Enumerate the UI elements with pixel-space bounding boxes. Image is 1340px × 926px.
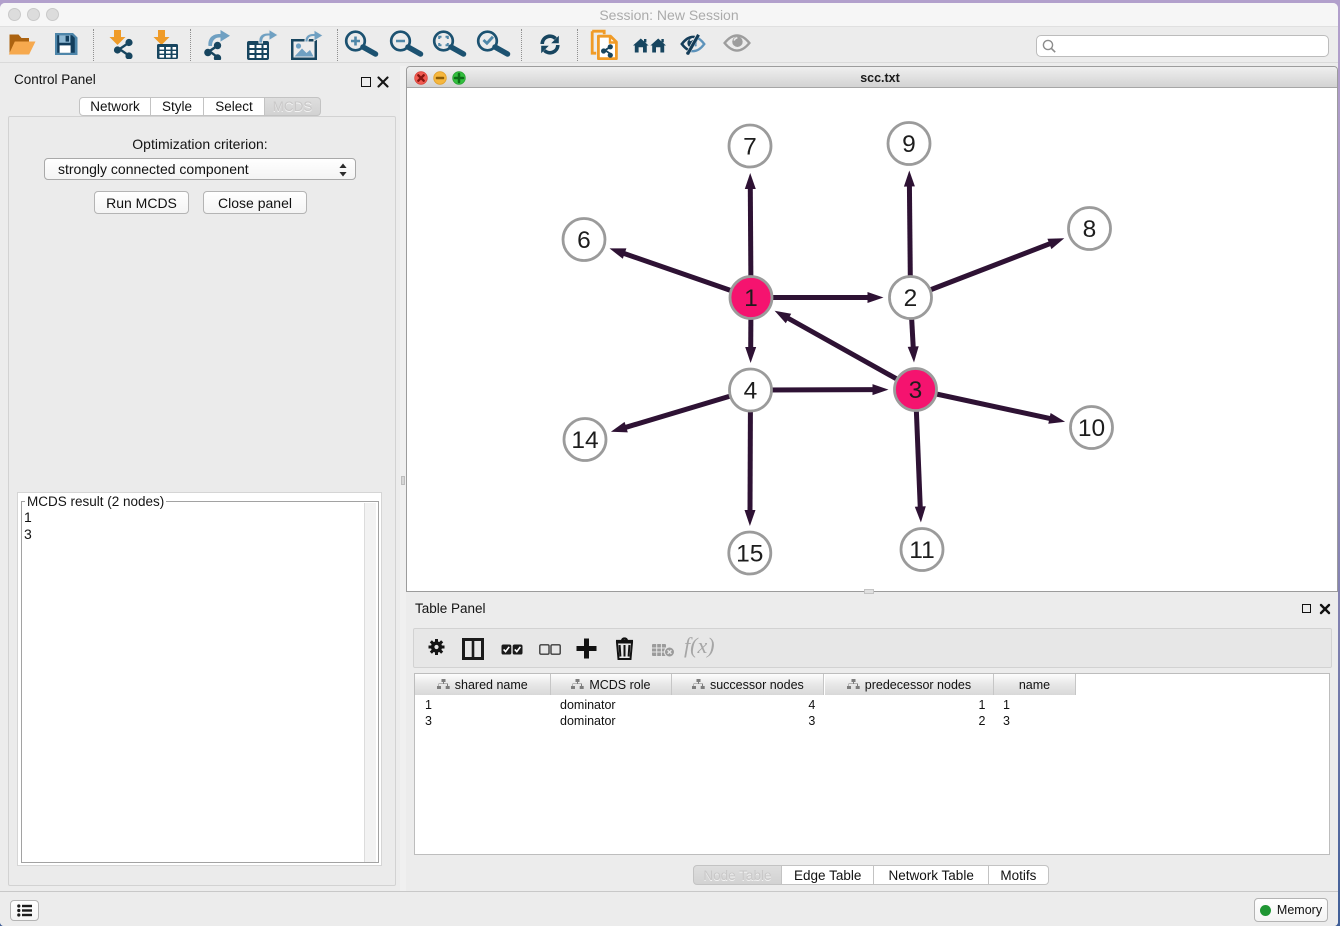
svg-text:14: 14 [571,427,598,454]
svg-text:8: 8 [1083,216,1097,243]
svg-text:7: 7 [743,134,757,161]
svg-text:3: 3 [909,377,923,404]
svg-text:2: 2 [904,285,918,312]
svg-text:15: 15 [736,541,763,568]
svg-text:1: 1 [744,285,758,312]
svg-text:4: 4 [744,378,758,405]
svg-text:9: 9 [902,131,916,158]
svg-text:11: 11 [909,537,934,564]
svg-text:6: 6 [577,227,591,254]
svg-text:10: 10 [1078,415,1105,442]
